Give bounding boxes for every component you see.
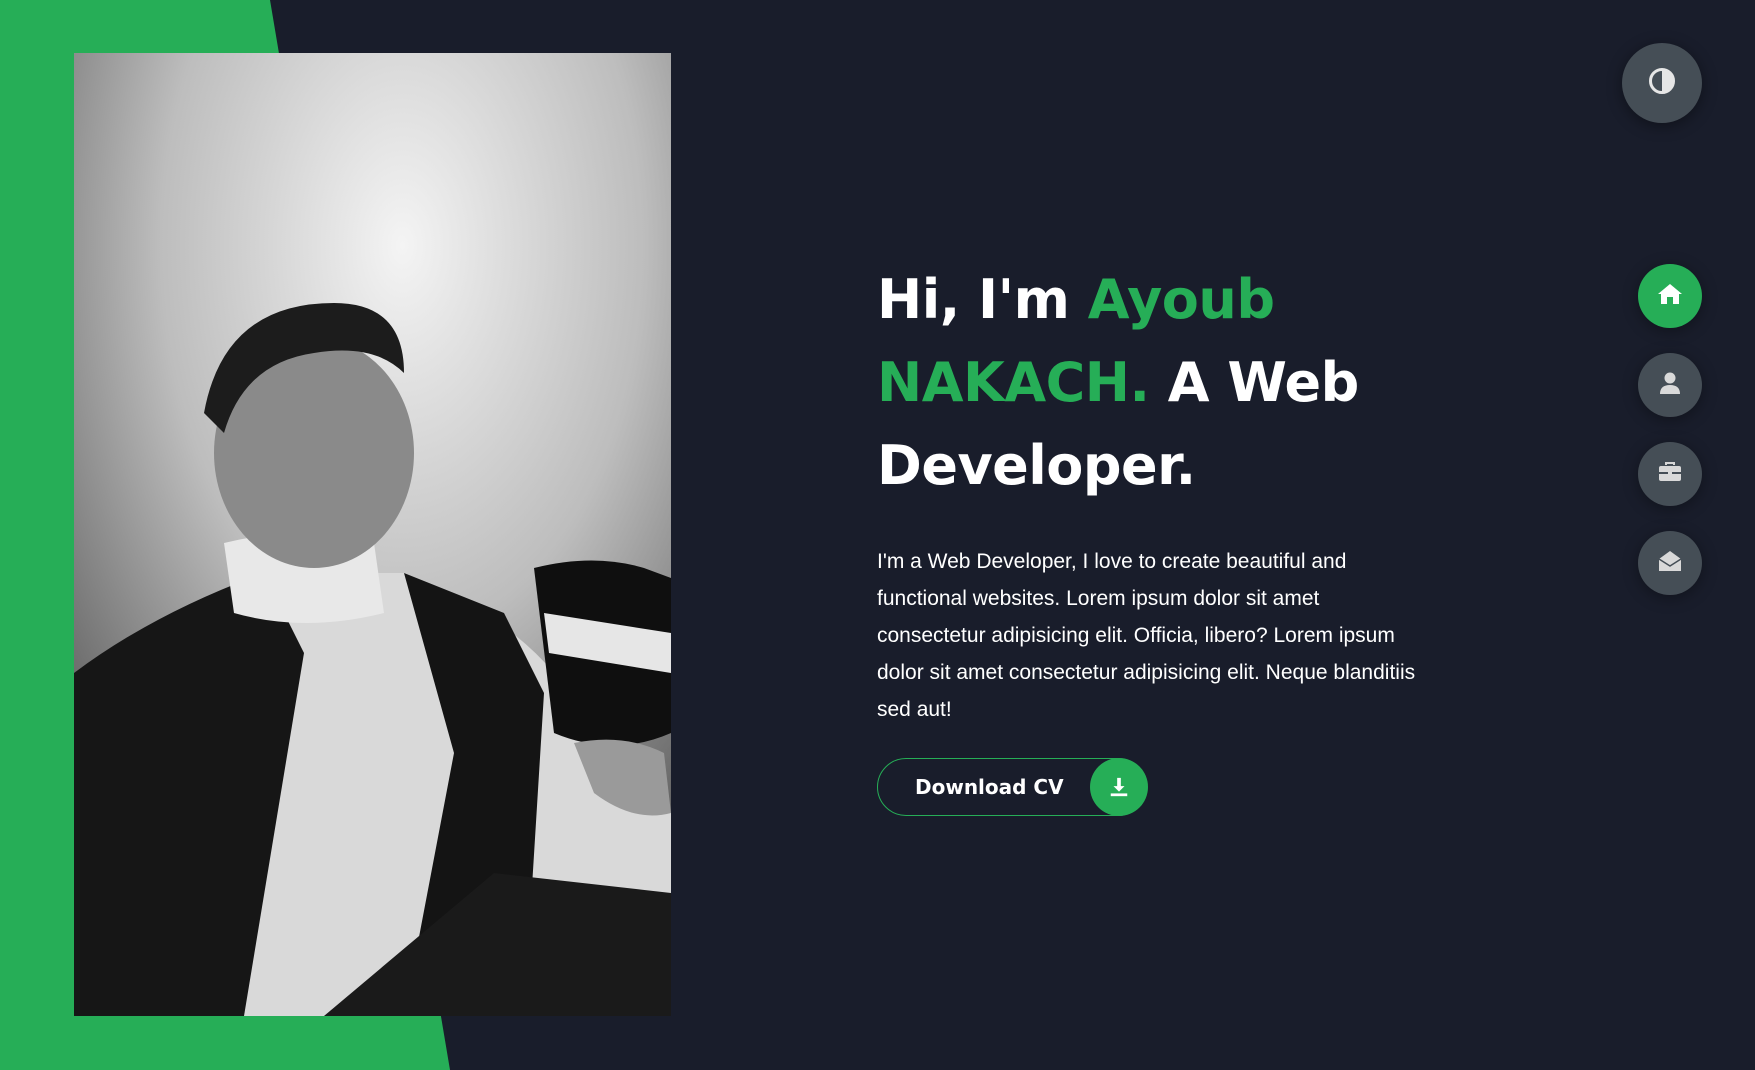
hero-section: Hi, I'm Ayoub NAKACH. A Web Developer. I… xyxy=(877,258,1437,816)
side-navigation xyxy=(1638,264,1702,620)
briefcase-icon xyxy=(1658,461,1682,487)
hero-greeting: Hi, I'm xyxy=(877,268,1088,331)
user-icon xyxy=(1659,371,1681,399)
nav-item-about[interactable] xyxy=(1638,353,1702,417)
theme-toggle-button[interactable] xyxy=(1622,43,1702,123)
hero-description: I'm a Web Developer, I love to create be… xyxy=(877,550,1416,721)
nav-item-contact[interactable] xyxy=(1638,531,1702,595)
profile-photo xyxy=(74,53,671,1016)
download-cv-label: Download CV xyxy=(915,775,1064,799)
hero-heading: Hi, I'm Ayoub NAKACH. A Web Developer. xyxy=(877,258,1437,507)
download-icon xyxy=(1089,758,1148,816)
home-icon xyxy=(1657,282,1683,310)
envelope-open-icon xyxy=(1658,550,1682,576)
nav-item-portfolio[interactable] xyxy=(1638,442,1702,506)
home-page: Hi, I'm Ayoub NAKACH. A Web Developer. I… xyxy=(0,0,1755,1070)
download-cv-button[interactable]: Download CV xyxy=(877,758,1148,816)
nav-item-home[interactable] xyxy=(1638,264,1702,328)
contrast-icon xyxy=(1648,67,1676,99)
